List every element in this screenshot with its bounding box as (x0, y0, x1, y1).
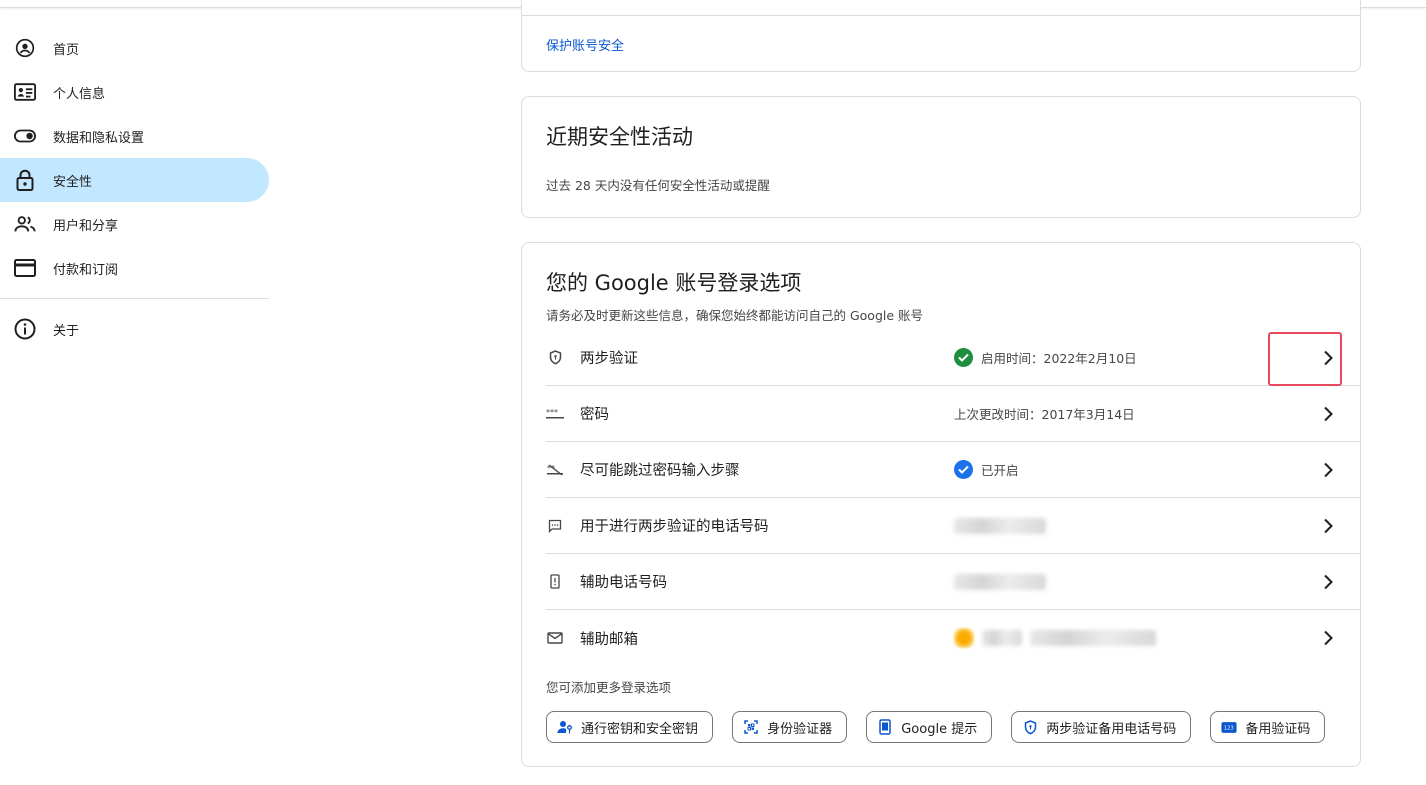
card-divider (522, 15, 1360, 16)
svg-text:***: *** (546, 409, 558, 417)
card-description: 过去 28 天内没有任何安全性活动或提醒 (546, 178, 770, 193)
sidebar-item-label: 用户和分享 (53, 218, 119, 234)
credit-card-icon (14, 257, 36, 279)
chip-label: 两步验证备用电话号码 (1046, 721, 1177, 737)
row-label: 辅助邮箱 (580, 631, 638, 648)
protect-account-link[interactable]: 保护账号安全 (546, 35, 624, 54)
signin-row-2sv-phone[interactable]: 用于进行两步验证的电话号码 (546, 498, 1360, 554)
password-dots-icon: *** (546, 405, 564, 423)
sidebar-item-label: 安全性 (53, 174, 93, 190)
row-status (954, 517, 1334, 534)
redacted-email (1030, 630, 1156, 646)
signin-row-skip-password[interactable]: ** 尽可能跳过密码输入步骤 已开启 (546, 442, 1360, 498)
row-status (954, 573, 1334, 590)
row-status-text: 启用时间：2022年2月10日 (981, 351, 1137, 366)
recent-security-activity-card: 近期安全性活动 过去 28 天内没有任何安全性活动或提醒 (521, 96, 1361, 218)
phone-icon (546, 573, 564, 591)
row-status: 启用时间：2022年2月10日 (954, 348, 1334, 367)
sidebar-divider (0, 298, 269, 299)
signin-row-2-step-verification[interactable]: 两步验证 启用时间：2022年2月10日 (546, 330, 1360, 386)
chip-label: 身份验证器 (767, 721, 833, 737)
row-status: 已开启 (954, 460, 1334, 479)
sidebar-item-payments[interactable]: 付款和订阅 (0, 246, 269, 290)
redacted-avatar (954, 628, 974, 648)
row-label: 用于进行两步验证的电话号码 (580, 519, 769, 535)
green-check-icon (954, 348, 973, 367)
sidebar-item-home[interactable]: 首页 (0, 26, 269, 70)
chip-google-prompt[interactable]: Google 提示 (866, 711, 993, 743)
row-status-text: 上次更改时间：2017年3月14日 (954, 407, 1135, 422)
redacted-name (982, 630, 1022, 646)
sms-icon (546, 517, 564, 535)
chip-authenticator[interactable]: 身份验证器 (732, 711, 848, 743)
svg-text:123: 123 (1224, 725, 1234, 731)
chip-passkeys[interactable]: 通行密钥和安全密钥 (546, 711, 714, 743)
chip-backup-2sv-phone[interactable]: 两步验证备用电话号码 (1011, 711, 1192, 743)
blue-check-icon (954, 460, 973, 479)
chevron-right-icon[interactable] (1318, 516, 1338, 536)
sidebar-item-label: 付款和订阅 (53, 262, 119, 278)
sidebar-item-label: 个人信息 (53, 86, 106, 102)
chip-label: Google 提示 (901, 721, 978, 737)
sidebar-nav: 首页 个人信息 数据和隐私设置 安全性 用户和分享 付款和订阅 关于 (0, 26, 269, 351)
passkey-icon (557, 719, 573, 735)
authenticator-qr-icon (743, 719, 759, 735)
chip-label: 通行密钥和安全密钥 (581, 721, 699, 737)
row-label: 尽可能跳过密码输入步骤 (580, 463, 740, 479)
sidebar-item-people-sharing[interactable]: 用户和分享 (0, 202, 269, 246)
redacted-phone (954, 517, 1046, 534)
toggle-icon (14, 125, 36, 147)
sidebar-item-label: 关于 (53, 323, 80, 339)
signin-options-card: 您的 Google 账号登录选项 请务必及时更新这些信息，确保您始终都能访问自己… (521, 242, 1361, 767)
sidebar-item-personal-info[interactable]: 个人信息 (0, 70, 269, 114)
signin-row-recovery-email[interactable]: 辅助邮箱 (546, 610, 1360, 666)
sidebar-item-data-privacy[interactable]: 数据和隐私设置 (0, 114, 269, 158)
chevron-right-icon[interactable] (1318, 460, 1338, 480)
redacted-phone (954, 573, 1046, 590)
lock-icon (14, 169, 36, 191)
mail-icon (546, 629, 564, 647)
phone-prompt-icon (877, 719, 893, 735)
account-circle-icon (14, 37, 36, 59)
sidebar-item-label: 数据和隐私设置 (53, 130, 145, 146)
chevron-right-icon[interactable] (1318, 348, 1338, 368)
chevron-right-icon[interactable] (1318, 404, 1338, 424)
chip-backup-codes[interactable]: 123 备用验证码 (1210, 711, 1326, 743)
row-label: 密码 (580, 407, 609, 423)
sidebar-item-about[interactable]: 关于 (0, 307, 269, 351)
add-more-options-label: 您可添加更多登录选项 (546, 680, 672, 695)
add-options-chip-row: 通行密钥和安全密钥 身份验证器 Google 提示 两步验证备用电话号码 123… (546, 711, 1336, 745)
card-description: 请务必及时更新这些信息，确保您始终都能访问自己的 Google 账号 (546, 308, 924, 323)
card-title: 您的 Google 账号登录选项 (546, 271, 802, 295)
signin-row-recovery-phone[interactable]: 辅助电话号码 (546, 554, 1360, 610)
chevron-right-icon[interactable] (1318, 628, 1338, 648)
signin-row-password[interactable]: *** 密码 上次更改时间：2017年3月14日 (546, 386, 1360, 442)
row-label: 两步验证 (580, 351, 638, 367)
row-status-text: 已开启 (981, 463, 1019, 478)
shield-icon (1022, 719, 1038, 735)
row-status (954, 628, 1334, 648)
chevron-right-icon[interactable] (1318, 572, 1338, 592)
sidebar-item-security[interactable]: 安全性 (0, 158, 269, 202)
protect-account-card: 保护账号安全 (521, 0, 1361, 72)
skip-password-icon: ** (546, 461, 564, 479)
row-label: 辅助电话号码 (580, 575, 667, 591)
info-icon (14, 318, 36, 340)
chip-label: 备用验证码 (1245, 721, 1311, 737)
backup-code-icon: 123 (1221, 719, 1237, 735)
shield-icon (546, 349, 564, 367)
id-card-icon (14, 81, 36, 103)
card-title: 近期安全性活动 (546, 125, 693, 149)
sidebar-item-label: 首页 (53, 42, 80, 58)
people-icon (14, 213, 36, 235)
row-status: 上次更改时间：2017年3月14日 (954, 404, 1334, 423)
